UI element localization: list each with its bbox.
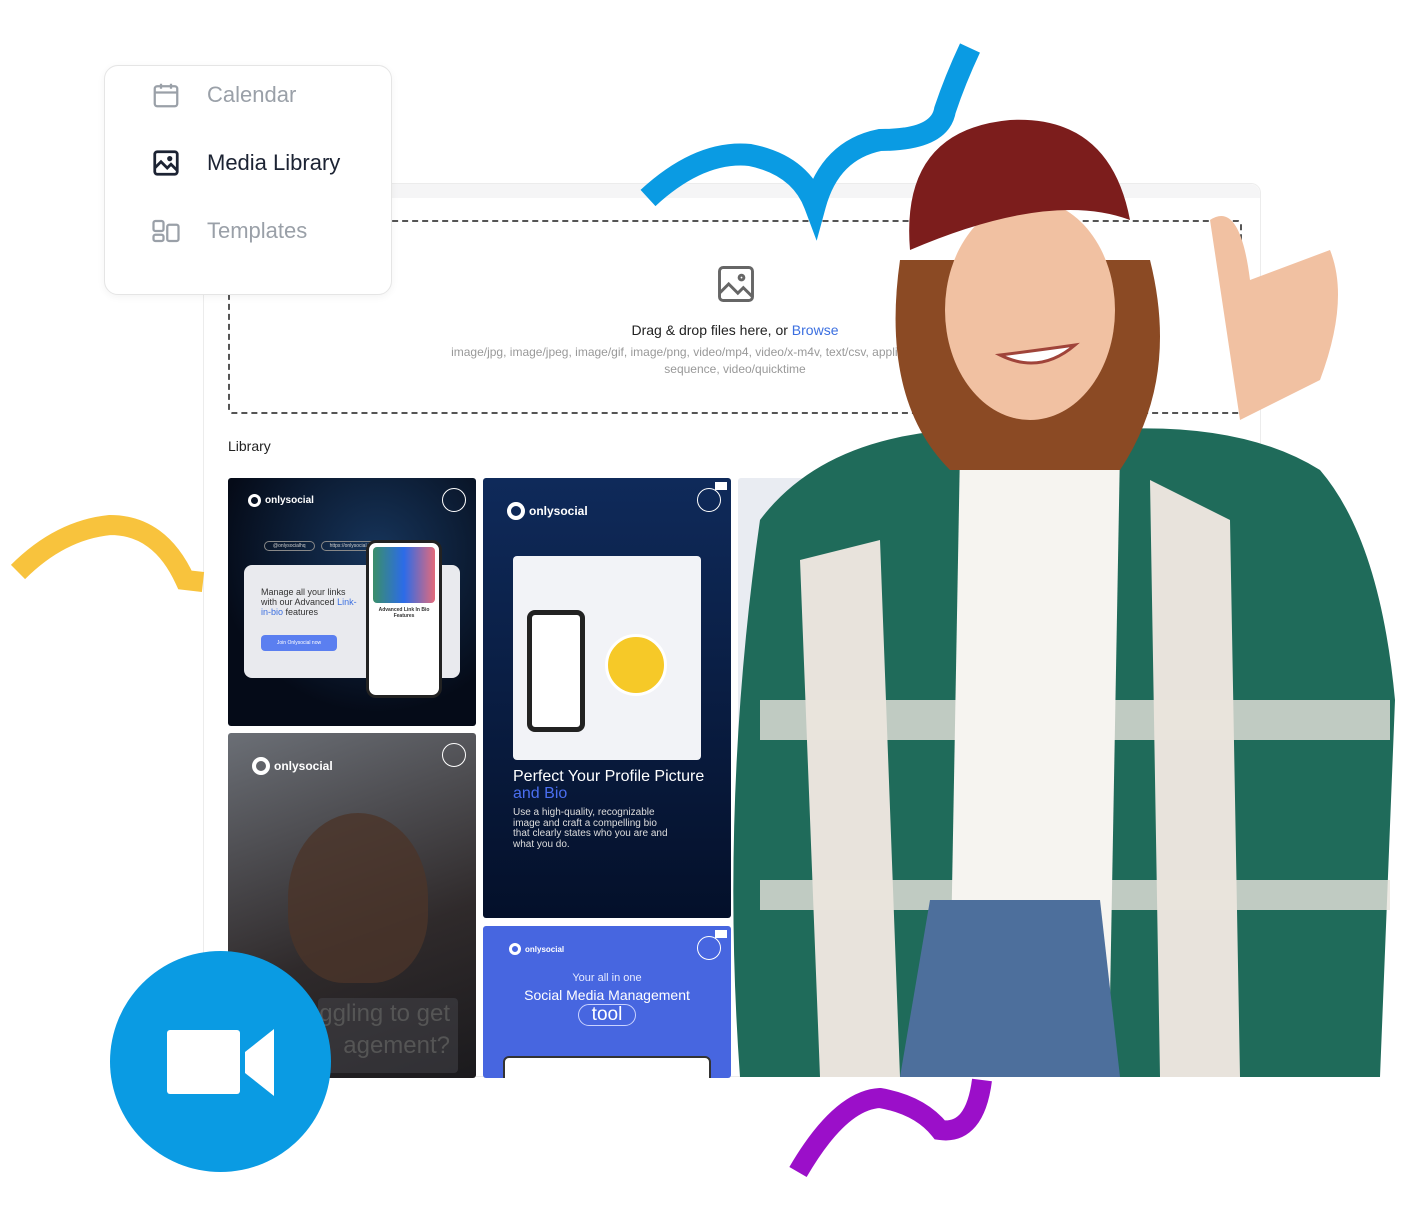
media-library-panel: Drag & drop files here, or Browse image/… bbox=[203, 183, 1261, 1078]
accepted-types-line1: image/jpg, image/jpeg, image/gif, image/… bbox=[451, 345, 1019, 359]
brand-name: on bbox=[786, 514, 800, 526]
tile-pill: tool bbox=[578, 1004, 636, 1026]
media-tile[interactable]: onlysocial Perfect Your Profile Picture … bbox=[483, 478, 731, 918]
media-tile[interactable]: onlysocial Your all in one Social Media … bbox=[483, 926, 731, 1078]
video-icon bbox=[715, 930, 727, 938]
sidebar-menu: Calendar Media Library Templates bbox=[104, 65, 392, 295]
brand-logo: onlysocial bbox=[252, 757, 333, 775]
video-badge bbox=[110, 951, 331, 1172]
title-text: Perfect Your Profile Picture bbox=[513, 768, 705, 785]
brand-name: onlysocial bbox=[529, 504, 588, 518]
accepted-types: image/jpg, image/jpeg, image/gif, image/… bbox=[270, 344, 1200, 378]
tile-body: Use a high-quality, recognizable image a… bbox=[513, 807, 668, 850]
tile-caption: ggling to get agement? bbox=[318, 998, 458, 1073]
promo-headline: Manage all your links with our Advanced … bbox=[261, 587, 361, 617]
dropzone-instruction: Drag & drop files here, or bbox=[631, 322, 792, 338]
calendar-icon bbox=[153, 83, 179, 108]
phone-title: Advanced Link In Bio Features bbox=[378, 607, 430, 619]
menu-item-label: Media Library bbox=[207, 150, 341, 175]
dropzone-text: Drag & drop files here, or Browse bbox=[230, 322, 1240, 338]
brand-name: onlysocial bbox=[274, 759, 333, 773]
menu-item-media-library[interactable]: Media Library bbox=[151, 148, 340, 178]
title-highlight: and Bio bbox=[513, 785, 568, 802]
tile-subtitle: Your all in one bbox=[572, 972, 642, 984]
select-checkbox[interactable] bbox=[442, 743, 466, 767]
profile-illustration bbox=[513, 556, 701, 760]
templates-icon bbox=[152, 219, 180, 243]
image-icon bbox=[153, 150, 179, 176]
accepted-types-line2: sequence, video/quicktime bbox=[664, 362, 806, 376]
video-camera-icon bbox=[167, 1029, 274, 1096]
laptop-mockup bbox=[503, 1056, 711, 1078]
blue-squiggle bbox=[640, 43, 980, 241]
menu-item-calendar[interactable]: Calendar bbox=[151, 80, 296, 110]
brand-name: onlysocial bbox=[265, 495, 314, 506]
chip: @onlysocialhq bbox=[264, 541, 315, 551]
phone-mockup: Advanced Link In Bio Features bbox=[366, 540, 442, 698]
select-checkbox[interactable] bbox=[442, 488, 466, 512]
purple-squiggle bbox=[789, 1078, 992, 1178]
headline-tail: features bbox=[285, 607, 319, 617]
brand-name: onlysocial bbox=[525, 944, 565, 954]
menu-item-label: Templates bbox=[207, 218, 308, 243]
menu-item-templates[interactable]: Templates bbox=[151, 216, 307, 246]
media-tile[interactable]: onlysocial @onlysocialhq https://onlysoci… bbox=[228, 478, 476, 726]
caption-line1: ggling to get bbox=[319, 1000, 450, 1027]
tile-title: Perfect Your Profile Picture and Bio bbox=[513, 768, 731, 802]
yellow-squiggle bbox=[10, 514, 205, 592]
menu-item-label: Calendar bbox=[207, 82, 297, 107]
select-checkbox[interactable] bbox=[697, 488, 721, 512]
brand-logo: onlysocial bbox=[248, 494, 314, 507]
tile-title: Social Media Management bbox=[524, 987, 690, 1003]
browse-link[interactable]: Browse bbox=[792, 322, 839, 338]
brand-logo: onlysocial bbox=[509, 943, 564, 955]
media-tile[interactable]: on bbox=[738, 478, 986, 918]
select-checkbox[interactable] bbox=[697, 936, 721, 960]
join-button: Join Onlysocial now bbox=[261, 635, 337, 651]
brand-logo: onlysocial bbox=[507, 502, 588, 520]
image-upload-icon bbox=[718, 266, 754, 302]
headline-text: Manage all your links with our Advanced bbox=[261, 587, 346, 607]
caption-line2: agement? bbox=[343, 1032, 450, 1059]
library-heading: Library bbox=[228, 438, 271, 454]
chips: @onlysocialhq https://onlysocial.io bbox=[264, 541, 381, 551]
brand-logo: on bbox=[766, 512, 799, 528]
video-icon bbox=[715, 482, 727, 490]
